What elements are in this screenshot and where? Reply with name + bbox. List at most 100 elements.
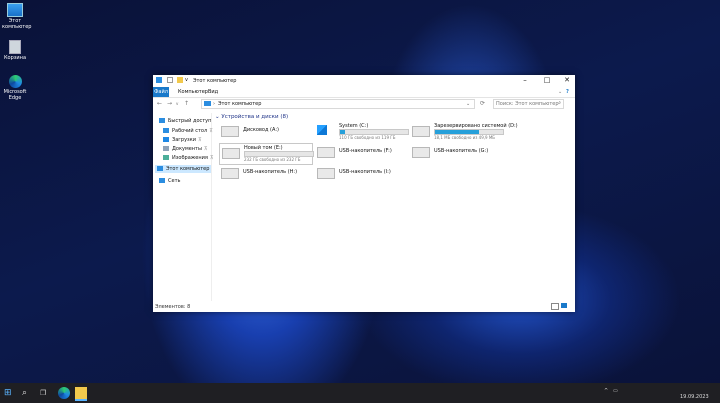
pictures-icon: [163, 155, 169, 160]
drive-item[interactable]: Новый том (E:) 232 ГБ свободно из 232 ГБ: [219, 143, 314, 165]
new-folder-icon[interactable]: [177, 77, 183, 83]
nav-downloads[interactable]: Загрузки ⊼: [163, 136, 202, 144]
nav-label: Сеть: [168, 178, 181, 184]
desktop-icon-this-pc[interactable]: Этот компьютер: [2, 3, 32, 30]
nav-label: Рабочий стол: [172, 128, 208, 134]
address-bar[interactable]: › Этот компьютер ⌄: [201, 99, 475, 109]
drive-usage-fill: [340, 130, 346, 134]
drive-name: USB-накопитель (F:): [339, 148, 392, 154]
pin-icon: ⊼: [209, 155, 214, 161]
details-view-icon[interactable]: [551, 303, 559, 310]
this-pc-icon: [156, 77, 162, 83]
nav-label: Загрузки: [172, 137, 196, 143]
nav-desktop[interactable]: Рабочий стол ⊼: [163, 127, 213, 135]
desktop-icon-recycle-bin[interactable]: Корзина: [2, 40, 28, 62]
drive-free-space: 110 ГБ свободно из 119 ГБ: [339, 135, 396, 140]
nav-quick-access[interactable]: Быстрый доступ: [159, 117, 211, 125]
drive-icon: [317, 168, 335, 179]
drive-icon: [221, 168, 239, 179]
navigation-pane: Быстрый доступ Рабочий стол ⊼ Загрузки ⊼ Д…: [153, 113, 214, 301]
drive-free-space: 232 ГБ свободно из 232 ГБ: [244, 157, 301, 162]
pin-icon: ⊼: [203, 146, 208, 152]
start-icon[interactable]: ⊞: [4, 387, 16, 399]
forward-button[interactable]: →: [167, 100, 172, 107]
drive-item[interactable]: USB-накопитель (G:): [410, 143, 502, 163]
tiles-view-icon[interactable]: [561, 303, 567, 308]
tray-chevron-icon[interactable]: ^: [604, 388, 608, 394]
nav-this-pc[interactable]: Этот компьютер: [155, 165, 211, 173]
drive-icon: [412, 126, 430, 137]
window-title: Этот компьютер: [193, 78, 237, 84]
up-button[interactable]: ↑: [184, 100, 189, 107]
group-header[interactable]: ⌄ Устройства и диски (8): [215, 114, 288, 120]
this-pc-icon: [204, 101, 211, 106]
drive-item[interactable]: System (C:) 110 ГБ свободно из 119 ГБ: [315, 122, 409, 142]
drive-item[interactable]: USB-накопитель (F:): [315, 143, 407, 163]
nav-network[interactable]: Сеть: [159, 177, 180, 185]
file-explorer-icon[interactable]: [75, 387, 87, 401]
drive-name: Дисковод (A:): [243, 127, 279, 133]
search-icon[interactable]: ⌕: [22, 387, 34, 399]
content-area: ⌄ Устройства и диски (8) Дисковод (A:) Sy…: [215, 113, 573, 301]
drive-item[interactable]: Зарезервировано системой (D:) 18,1 МБ сво…: [410, 122, 518, 142]
ribbon-tabs: Файл Компьютер Вид ⌄ ?: [153, 87, 575, 98]
search-placeholder: Поиск: Этот компьютер: [496, 101, 559, 107]
this-pc-icon: [157, 166, 163, 171]
drive-item[interactable]: Дисковод (A:): [219, 122, 311, 142]
nav-documents[interactable]: Документы ⊼: [163, 145, 208, 153]
drive-icon: [221, 126, 239, 137]
minimize-button[interactable]: –: [515, 75, 535, 87]
nav-label: Документы: [172, 146, 202, 152]
nav-label: Быстрый доступ: [168, 118, 212, 124]
edge-icon[interactable]: [58, 387, 70, 399]
explorer-window: v Этот компьютер – □ ✕ Файл Компьютер Ви…: [153, 75, 575, 312]
help-icon[interactable]: ?: [563, 87, 572, 97]
recycle-bin-icon: [9, 40, 21, 54]
pin-icon: ⊼: [197, 137, 202, 143]
windows-drive-icon: [317, 125, 327, 135]
breadcrumb-chevron-icon: ›: [213, 101, 215, 107]
documents-icon: [163, 146, 169, 151]
nav-label: Изображения: [172, 155, 208, 161]
monitor-icon: [7, 3, 23, 17]
close-button[interactable]: ✕: [557, 75, 577, 87]
drive-item[interactable]: USB-накопитель (I:): [315, 164, 407, 184]
desktop-icon-label: Этот компьютер: [2, 18, 32, 30]
drive-icon: [412, 147, 430, 158]
nav-pictures[interactable]: Изображения ⊼: [163, 154, 214, 162]
pin-icon: ⊼: [209, 128, 213, 134]
taskbar: ⊞ ⌕ ❐ ^ ▭ 19.09.2023: [0, 383, 720, 403]
drive-name: USB-накопитель (I:): [339, 169, 391, 175]
drive-name: USB-накопитель (H:): [243, 169, 298, 175]
drive-free-space: 18,1 МБ свободно из 49,9 МБ: [434, 135, 496, 140]
drive-item[interactable]: USB-накопитель (H:): [219, 164, 311, 184]
edge-icon: [8, 75, 22, 88]
back-button[interactable]: ←: [157, 100, 162, 107]
network-icon[interactable]: ▭: [613, 388, 618, 394]
star-icon: [159, 118, 165, 123]
clock-date[interactable]: 19.09.2023: [680, 394, 709, 400]
desktop-icon-label: Microsoft Edge: [3, 89, 27, 101]
tab-file[interactable]: Файл: [153, 87, 169, 97]
recent-chevron-icon[interactable]: v: [176, 101, 178, 106]
properties-icon[interactable]: [167, 77, 173, 83]
drive-icon: [222, 148, 240, 159]
group-title: Устройства и диски (8): [221, 114, 289, 120]
drive-icon: [317, 147, 335, 158]
search-icon: ⌕: [558, 100, 561, 106]
address-row: ← → v ↑ › Этот компьютер ⌄ ⟳ Поиск: Этот…: [153, 98, 575, 110]
network-icon: [159, 178, 165, 183]
title-bar[interactable]: v Этот компьютер – □ ✕: [153, 75, 575, 87]
maximize-button[interactable]: □: [537, 75, 557, 87]
status-bar-count: Элементов: 8: [155, 304, 191, 310]
breadcrumb: Этот компьютер: [218, 101, 262, 107]
desktop-icon-edge[interactable]: Microsoft Edge: [2, 75, 28, 101]
desktop-icon-label: Корзина: [3, 55, 27, 61]
drive-name: USB-накопитель (G:): [434, 148, 489, 154]
task-view-icon[interactable]: ❐: [40, 387, 52, 399]
chevron-down-icon[interactable]: v: [185, 77, 191, 83]
refresh-button[interactable]: ⟳: [480, 100, 485, 107]
search-input[interactable]: Поиск: Этот компьютер ⌕: [493, 99, 564, 109]
tab-view[interactable]: Вид: [205, 87, 221, 97]
address-dropdown-icon[interactable]: ⌄: [466, 101, 470, 107]
